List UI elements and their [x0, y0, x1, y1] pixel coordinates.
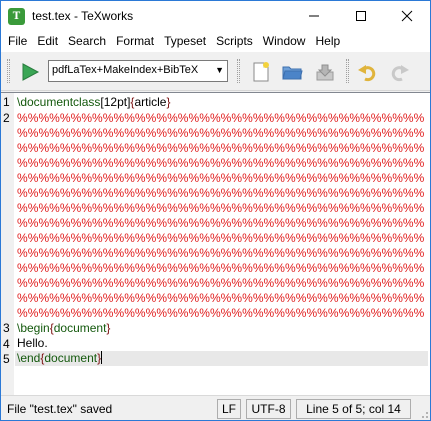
open-folder-icon: [282, 66, 303, 80]
toolbar-grip-3[interactable]: [346, 59, 349, 83]
cursor-position[interactable]: Line 5 of 5; col 14: [296, 399, 411, 419]
argument: document: [53, 321, 107, 335]
undo-button[interactable]: [354, 59, 380, 85]
save-icon: [316, 64, 334, 81]
text-cursor: [101, 351, 103, 364]
maximize-button[interactable]: [338, 1, 384, 31]
typeset-engine-select[interactable]: pdfLaTex+MakeIndex+BibTeX ▼: [48, 60, 228, 82]
open-button[interactable]: [279, 59, 305, 85]
menu-typeset[interactable]: Typeset: [159, 31, 211, 52]
line-number: 5: [3, 352, 10, 366]
brace: }: [166, 95, 171, 109]
comment-line: %%%%%%%%%%%%%%%%%%%%%%%%%%%%%%%%%%%%%%: [17, 141, 425, 155]
close-button[interactable]: [384, 1, 430, 31]
comment-line: %%%%%%%%%%%%%%%%%%%%%%%%%%%%%%%%%%%%%%: [17, 261, 425, 275]
redo-icon: [391, 65, 409, 82]
texworks-window: T test.tex - TeXworks File Edit Search F…: [0, 0, 431, 421]
comment-line: %%%%%%%%%%%%%%%%%%%%%%%%%%%%%%%%%%%%%%: [17, 201, 425, 215]
line-number: 3: [3, 321, 10, 335]
typeset-button[interactable]: [17, 59, 43, 85]
title-bar[interactable]: T test.tex - TeXworks: [1, 1, 430, 31]
resize-grip-icon[interactable]: [419, 409, 429, 419]
comment-line: %%%%%%%%%%%%%%%%%%%%%%%%%%%%%%%%%%%%%%: [17, 171, 425, 185]
code-text-area[interactable]: \documentclass[12pt]{article} %%%%%%%%%%…: [15, 93, 428, 395]
chevron-down-icon: ▼: [215, 65, 224, 75]
encoding-button[interactable]: UTF-8: [246, 399, 291, 419]
menu-bar: File Edit Search Format Typeset Scripts …: [1, 31, 430, 52]
comment-line: %%%%%%%%%%%%%%%%%%%%%%%%%%%%%%%%%%%%%%: [17, 306, 425, 320]
window-title: test.tex - TeXworks: [32, 9, 134, 23]
latex-command: \documentclass: [17, 95, 101, 109]
line-ending-button[interactable]: LF: [217, 399, 241, 419]
latex-command: \end: [17, 351, 41, 365]
save-button[interactable]: [312, 59, 338, 85]
brace: }: [106, 321, 111, 335]
argument: article: [134, 95, 167, 109]
line-number: 2: [3, 111, 10, 125]
menu-help[interactable]: Help: [310, 31, 345, 52]
latex-command: \begin: [17, 321, 50, 335]
minimize-button[interactable]: [291, 1, 337, 31]
minimize-icon: [309, 15, 319, 17]
comment-line: %%%%%%%%%%%%%%%%%%%%%%%%%%%%%%%%%%%%%%: [17, 216, 425, 230]
toolbar-grip-2[interactable]: [237, 59, 240, 83]
texworks-app-icon: T: [8, 8, 25, 25]
typeset-play-icon: [22, 63, 40, 81]
code-line-3: \begin{document}: [17, 321, 110, 336]
menu-edit[interactable]: Edit: [32, 31, 63, 52]
comment-line: %%%%%%%%%%%%%%%%%%%%%%%%%%%%%%%%%%%%%%: [17, 156, 425, 170]
code-line-4: Hello.: [17, 336, 48, 350]
menu-file[interactable]: File: [3, 31, 32, 52]
menu-format[interactable]: Format: [111, 31, 159, 52]
argument: document: [44, 351, 98, 365]
menu-scripts[interactable]: Scripts: [211, 31, 258, 52]
status-message: File "test.tex" saved: [7, 402, 113, 416]
toolbar-grip[interactable]: [7, 59, 10, 83]
status-bar: File "test.tex" saved LF UTF-8 Line 5 of…: [1, 395, 430, 420]
code-line-1: \documentclass[12pt]{article}: [17, 95, 170, 110]
code-line-5: \end{document}: [17, 351, 103, 366]
comment-line: %%%%%%%%%%%%%%%%%%%%%%%%%%%%%%%%%%%%%%: [17, 126, 425, 140]
comment-line: %%%%%%%%%%%%%%%%%%%%%%%%%%%%%%%%%%%%%%: [17, 111, 425, 125]
new-document-button[interactable]: [248, 59, 274, 85]
menu-window[interactable]: Window: [258, 31, 311, 52]
comment-line: %%%%%%%%%%%%%%%%%%%%%%%%%%%%%%%%%%%%%%: [17, 231, 425, 245]
comment-line: %%%%%%%%%%%%%%%%%%%%%%%%%%%%%%%%%%%%%%: [17, 291, 425, 305]
toolbar: pdfLaTex+MakeIndex+BibTeX ▼: [1, 52, 430, 91]
menu-search[interactable]: Search: [63, 31, 111, 52]
line-number: 1: [3, 95, 10, 109]
comment-line: %%%%%%%%%%%%%%%%%%%%%%%%%%%%%%%%%%%%%%: [17, 276, 425, 290]
editor-pane[interactable]: 1 2 3 4 5 \documentclass[12pt]{article} …: [1, 92, 430, 395]
close-icon: [401, 10, 413, 22]
comment-line: %%%%%%%%%%%%%%%%%%%%%%%%%%%%%%%%%%%%%%: [17, 186, 425, 200]
undo-icon: [358, 65, 376, 82]
maximize-icon: [356, 11, 366, 21]
typeset-engine-value: pdfLaTex+MakeIndex+BibTeX: [52, 64, 199, 76]
redo-button[interactable]: [387, 59, 413, 85]
line-number-gutter: 1 2 3 4 5: [1, 93, 14, 395]
comment-line: %%%%%%%%%%%%%%%%%%%%%%%%%%%%%%%%%%%%%%: [17, 246, 425, 260]
new-document-icon: [253, 62, 269, 82]
option-value: 12pt: [103, 95, 128, 109]
line-number: 4: [3, 337, 10, 351]
